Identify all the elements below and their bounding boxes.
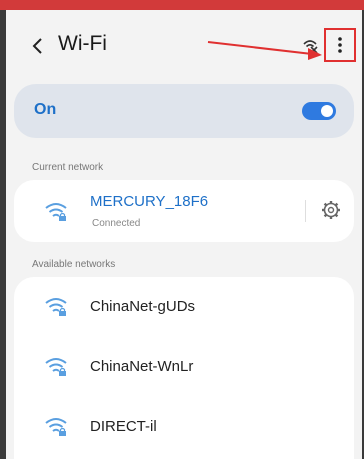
- network-name: DIRECT-il: [90, 418, 157, 435]
- divider: [305, 200, 306, 222]
- wifi-lock-icon: [44, 416, 68, 438]
- wifi-lock-icon: [44, 201, 68, 223]
- wifi-lock-icon: [44, 296, 68, 318]
- current-network-status: Connected: [92, 218, 141, 229]
- page-title: Wi-Fi: [58, 32, 107, 55]
- available-networks-label: Available networks: [32, 259, 116, 270]
- network-item[interactable]: ChinaNet-gUDs: [14, 277, 354, 337]
- back-button[interactable]: [26, 34, 50, 58]
- available-networks-list: ChinaNet-gUDs ChinaNet-WnLr DIRECT-il: [14, 277, 354, 459]
- network-item[interactable]: DIRECT-il: [14, 397, 354, 457]
- wifi-lock-icon: [44, 356, 68, 378]
- network-name: ChinaNet-gUDs: [90, 298, 196, 315]
- more-vertical-icon: [338, 37, 342, 53]
- wifi-toggle-row[interactable]: On: [14, 84, 354, 138]
- network-name: ChinaNet-WnLr: [90, 358, 194, 375]
- gear-icon: [322, 201, 340, 219]
- current-network-row[interactable]: MERCURY_18F6 Connected: [14, 180, 354, 242]
- more-options-button[interactable]: [324, 28, 356, 62]
- chevron-left-icon: [32, 38, 42, 54]
- wifi-settings-screen: Wi-Fi On Current network MERCURY_18F6 Co…: [6, 10, 362, 459]
- wifi-off-icon[interactable]: [302, 38, 318, 54]
- toggle-label: On: [34, 101, 57, 118]
- network-item[interactable]: ChinaNet-WnLr: [14, 337, 354, 397]
- top-bar-strip: [0, 0, 364, 10]
- wifi-switch[interactable]: [302, 102, 336, 120]
- current-network-name: MERCURY_18F6: [90, 193, 209, 210]
- switch-knob: [321, 105, 333, 117]
- network-settings-button[interactable]: [319, 198, 343, 222]
- current-network-label: Current network: [32, 162, 104, 173]
- header: Wi-Fi: [6, 24, 362, 68]
